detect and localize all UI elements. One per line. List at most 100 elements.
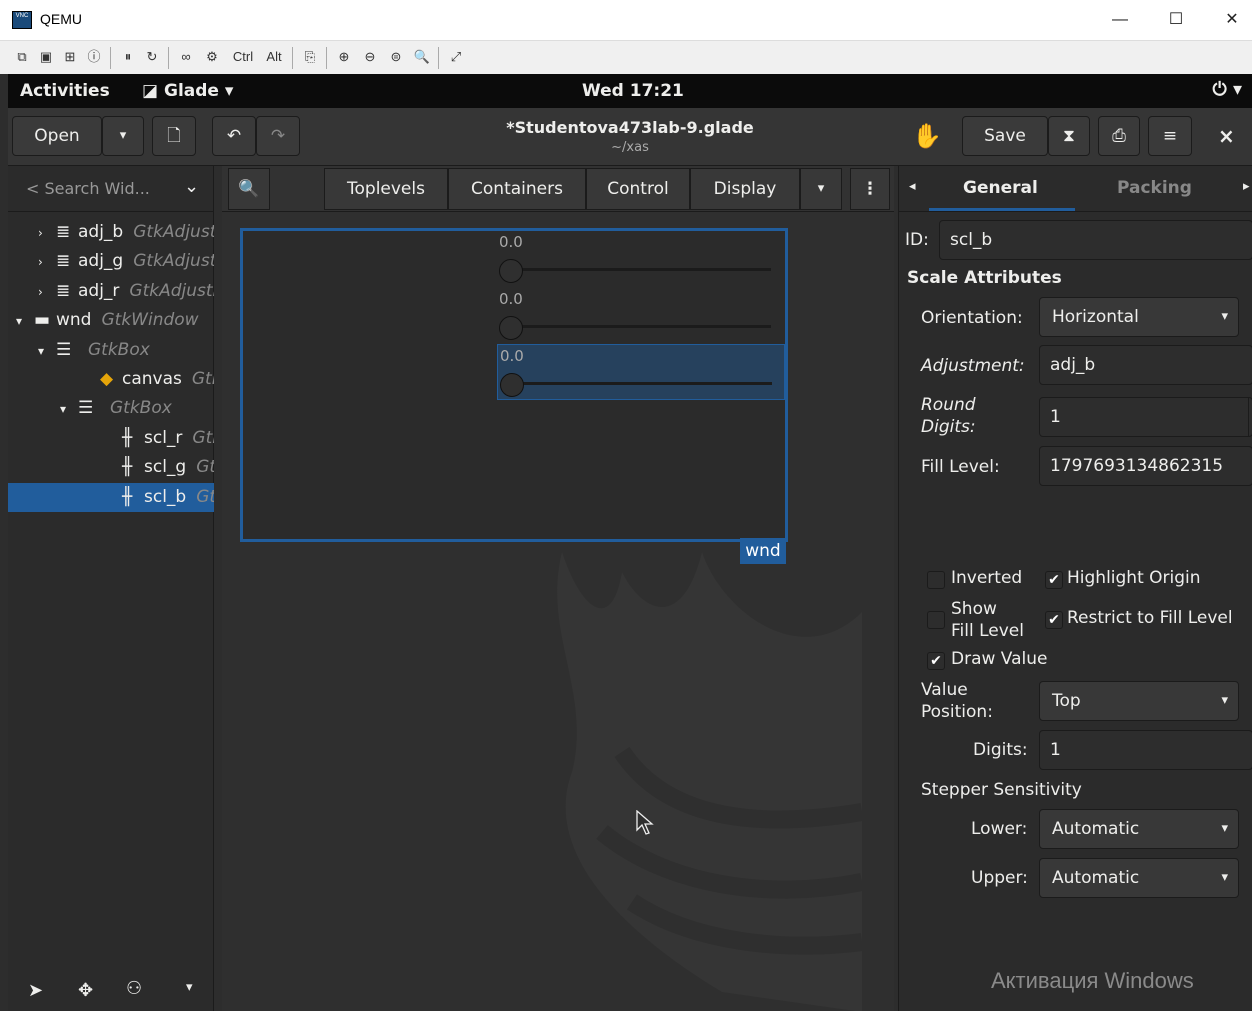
tree-row-adj_g[interactable]: ›≣ adj_g GtkAdjustment (8, 247, 214, 276)
toolbar-pause-icon[interactable]: ⏸ (118, 47, 138, 67)
inverted-checkbox[interactable] (927, 571, 945, 589)
design-canvas[interactable]: 0.0 0.0 0.0 wnd (222, 212, 894, 1011)
adjustment-field[interactable]: adj_b (1039, 345, 1252, 385)
expander-icon[interactable]: ▾ (60, 395, 78, 423)
toolbar-ctrl-key[interactable]: Ctrl (228, 47, 258, 67)
upper-sensitivity-combo[interactable]: Automatic ▾ (1039, 858, 1239, 898)
palette-search-icon[interactable]: 🔍 (228, 168, 270, 210)
widget-name: scl_b (144, 486, 187, 507)
show-fill-level-checkbox[interactable] (927, 611, 945, 629)
maximize-button[interactable]: ☐ (1156, 6, 1196, 34)
highlight-origin-checkbox[interactable]: ✔ (1045, 571, 1063, 589)
tree-row-box-6[interactable]: ▾ ☰ GtkBox (8, 394, 214, 423)
lower-label: Lower: (971, 819, 1028, 839)
tree-row-adj_b[interactable]: ›≣ adj_b GtkAdjustment (8, 218, 214, 247)
window-preview[interactable]: 0.0 0.0 0.0 (240, 228, 788, 542)
id-field[interactable]: scl_b (939, 220, 1252, 260)
close-icon[interactable]: × (1218, 124, 1235, 148)
widget-class: GtkScale (196, 486, 214, 507)
select-pointer-icon[interactable]: ➤ (28, 980, 43, 1001)
tree-row-scl_b[interactable]: ╫ scl_b GtkScale (8, 482, 214, 512)
digits-spin[interactable]: 1 (1039, 730, 1252, 770)
scale-trough[interactable] (509, 268, 771, 271)
scale-widget[interactable]: 0.0 (497, 288, 785, 344)
round-digits-value: 1 (1050, 407, 1061, 427)
expander-icon[interactable]: ▾ (16, 307, 34, 335)
widget-type-icon: ☰ (78, 398, 94, 419)
drag-resize-icon[interactable]: ✥ (78, 980, 93, 1001)
widget-name: adj_g (78, 251, 124, 272)
expander-icon[interactable]: › (38, 219, 56, 247)
toolbar-alt-key[interactable]: Alt (262, 47, 286, 67)
hamburger-menu-icon[interactable]: ≡ (1148, 116, 1192, 156)
orientation-value: Horizontal (1052, 307, 1139, 327)
chevron-down-icon[interactable]: ⌄ (184, 176, 199, 197)
widget-search-input[interactable]: < Search Wid... ⌄ (8, 166, 214, 212)
hourglass-icon[interactable]: ⧗ (1048, 116, 1090, 156)
toolbar-zoom-out-icon[interactable]: ⊖ (360, 47, 380, 67)
tree-row-scl_g[interactable]: ╫ scl_g GtkScale (8, 453, 214, 482)
clock[interactable]: Wed 17:21 (582, 81, 684, 101)
tool-dropdown-icon[interactable]: ▾ (186, 980, 193, 995)
activities-button[interactable]: Activities (20, 81, 110, 101)
toolbar-zoom-reset-icon[interactable]: ⊜ (386, 47, 406, 67)
toolbar-fullscreen-icon[interactable]: ⤢ (446, 47, 466, 67)
toolbar-copy-icon[interactable]: ⎘ (300, 47, 320, 67)
tab-general[interactable]: General (963, 178, 1038, 198)
palette-menu-icon[interactable]: ⋮ (850, 168, 890, 210)
value-position-combo[interactable]: Top ▾ (1039, 681, 1239, 721)
tree-row-canvas[interactable]: ◆ canvas GtkDrawingArea (8, 365, 214, 394)
scale-trough[interactable] (509, 324, 771, 328)
minimize-button[interactable]: — (1100, 6, 1140, 34)
toolbar-save-icon[interactable]: ▣ (36, 47, 56, 67)
widget-class: GtkWindow (101, 310, 199, 331)
save-button[interactable]: Save (962, 116, 1048, 156)
toolbar-settings-icon[interactable]: ⚙ (202, 47, 222, 67)
palette-containers[interactable]: Containers (448, 168, 586, 210)
tree-row-adj_r[interactable]: ›≣ adj_r GtkAdjustment (8, 277, 214, 306)
margin-edit-icon[interactable]: ⚇ (126, 978, 142, 999)
restrict-to-fill-level-checkbox[interactable]: ✔ (1045, 611, 1063, 629)
draw-value-checkbox[interactable]: ✔ (927, 652, 945, 670)
expander-icon[interactable]: ▾ (38, 337, 56, 365)
power-menu-icon[interactable]: ⏻ ▾ (1212, 79, 1242, 100)
widget-type-icon: ▬ (34, 310, 51, 331)
tab-packing[interactable]: Packing (1117, 178, 1192, 198)
hand-icon[interactable]: ✋ (912, 122, 942, 150)
toolbar-connect-icon[interactable]: ⧉ (12, 47, 32, 67)
scale-slider-knob[interactable] (500, 373, 524, 397)
palette-toplevels[interactable]: Toplevels (324, 168, 448, 210)
tree-row-box-4[interactable]: ▾ ☰ GtkBox (8, 336, 214, 365)
palette-display[interactable]: Display (690, 168, 800, 210)
tab-prev-icon[interactable]: ◂ (909, 179, 916, 194)
palette-control[interactable]: Control (586, 168, 690, 210)
toolbar-refresh-icon[interactable]: ↻ (142, 47, 162, 67)
scale-widget[interactable]: 0.0 (497, 231, 785, 287)
fill-level-spin[interactable]: 1797693134862315 (1039, 446, 1252, 486)
tree-row-wnd[interactable]: ▾ ▬ wnd GtkWindow (8, 306, 214, 335)
expander-icon[interactable]: › (38, 278, 56, 306)
lower-sensitivity-combo[interactable]: Automatic ▾ (1039, 809, 1239, 849)
orientation-combo[interactable]: Horizontal ▾ (1039, 297, 1239, 337)
preview-icon[interactable]: ⎙ (1098, 116, 1140, 156)
expander-icon[interactable]: › (38, 248, 56, 276)
toolbar-zoom-fit-icon[interactable]: 🔍 (412, 47, 432, 67)
scale-slider-knob[interactable] (499, 259, 523, 283)
scale-slider-knob[interactable] (499, 315, 523, 340)
tab-next-icon[interactable]: ▸ (1243, 179, 1250, 194)
round-digits-spin[interactable]: 1 (1039, 397, 1252, 437)
qemu-window-title: QEMU (40, 11, 82, 27)
toolbar-properties-icon[interactable]: ⊞ (60, 47, 80, 67)
palette-more-dropdown[interactable]: ▾ (800, 168, 842, 210)
close-window-button[interactable]: ✕ (1212, 6, 1252, 34)
toolbar-link-icon[interactable]: ∞ (176, 47, 196, 67)
toolbar-info-icon[interactable]: ⓘ (84, 47, 104, 67)
toolbar-separator (110, 47, 111, 69)
app-menu-glade[interactable]: ◪ Glade ▾ (142, 81, 233, 101)
scale-trough[interactable] (510, 382, 772, 385)
spin-more-icon[interactable] (1248, 398, 1252, 436)
tree-row-scl_r[interactable]: ╫ scl_r GtkScale (8, 424, 214, 453)
toolbar-zoom-in-icon[interactable]: ⊕ (334, 47, 354, 67)
scale-widget[interactable]: 0.0 (497, 344, 785, 400)
window-name-tag[interactable]: wnd (740, 538, 786, 564)
